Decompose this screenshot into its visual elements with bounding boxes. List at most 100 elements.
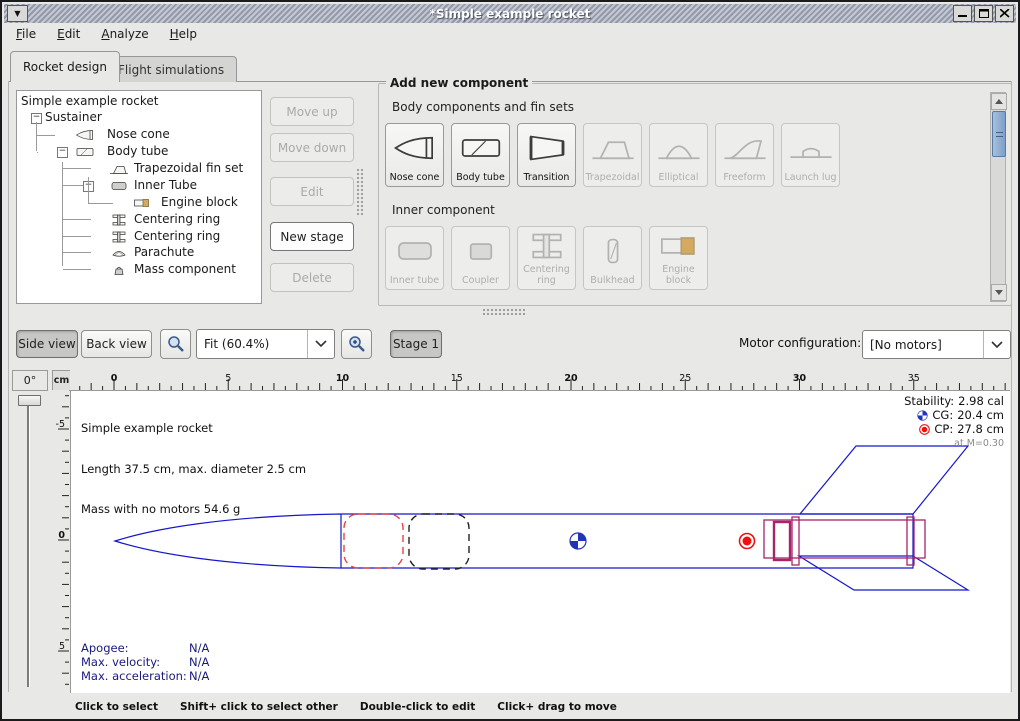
parachute-icon: [104, 246, 134, 260]
component-button-label: Launch lug: [784, 173, 836, 183]
engineblock-icon: [127, 196, 157, 210]
scroll-up-icon[interactable]: [991, 93, 1007, 110]
mass-component-outline[interactable]: [409, 514, 469, 569]
edit-button[interactable]: Edit: [270, 177, 354, 206]
centeringring-icon: [104, 213, 134, 227]
tree-guide-line: [36, 122, 37, 151]
flight-stat-label: Max. acceleration:: [81, 669, 189, 683]
stability-info: Stability: 2.98 cal CG: 20.4 cm CP: 27.8…: [904, 394, 1004, 450]
engineblock-icon: [656, 227, 702, 265]
rotation-angle-indicator: 0°: [12, 370, 48, 391]
close-icon: [1000, 9, 1010, 18]
vertical-ruler: -505: [52, 390, 69, 692]
flight-stat-value: N/A: [189, 669, 209, 683]
svg-text:10: 10: [336, 373, 350, 384]
tree-item-mass-component[interactable]: Mass component: [134, 262, 236, 278]
tab-rocket-design[interactable]: Rocket design: [10, 51, 120, 82]
parachute-outline[interactable]: [344, 514, 403, 568]
tree-item-centering-ring[interactable]: Centering ring: [134, 229, 220, 245]
flight-stats: Apogee:N/AMax. velocity:N/AMax. accelera…: [81, 641, 209, 683]
transition-icon: [524, 124, 570, 173]
menu-help[interactable]: Help: [166, 24, 206, 44]
component-button-label: Body tube: [456, 173, 505, 183]
minimize-button[interactable]: [953, 5, 972, 22]
masscomponent-icon: [104, 263, 134, 277]
menu-analyze[interactable]: Analyze: [97, 24, 157, 44]
rocket-design-canvas[interactable]: Simple example rocket Length 37.5 cm, ma…: [70, 390, 1010, 693]
tree-item-parachute[interactable]: Parachute: [134, 245, 194, 261]
flight-stat-label: Apogee:: [81, 641, 189, 655]
horizontal-splitter-handle[interactable]: [482, 308, 526, 316]
vertical-splitter-handle[interactable]: [356, 168, 364, 216]
menu-edit[interactable]: Edit: [53, 24, 89, 44]
engine-block-outline[interactable]: [774, 522, 790, 560]
centeringring-icon: [524, 227, 570, 265]
cp-marker[interactable]: [740, 534, 755, 549]
tree-item-engine-block[interactable]: Engine block: [161, 195, 238, 211]
add-elliptical-button[interactable]: Elliptical: [649, 123, 708, 187]
add-transition-button[interactable]: Transition: [517, 123, 576, 187]
tree-item-inner-tube[interactable]: Inner Tube: [134, 178, 197, 194]
scroll-down-icon[interactable]: [991, 284, 1007, 301]
add-trapezoidal-button[interactable]: Trapezoidal: [583, 123, 642, 187]
section-label: Body components and fin sets: [392, 100, 574, 114]
component-panel-scrollbar[interactable]: [990, 92, 1006, 302]
move-down-button[interactable]: Move down: [270, 133, 354, 162]
fin-top-outline[interactable]: [800, 446, 968, 514]
add-centering-ring-button[interactable]: Centering ring: [517, 226, 576, 290]
back-view-button[interactable]: Back view: [81, 330, 152, 358]
cg-marker[interactable]: [570, 533, 586, 549]
mach-note: at M=0.30: [954, 438, 1004, 449]
window-menu-icon[interactable]: ▼: [7, 5, 28, 22]
side-view-button[interactable]: Side view: [16, 330, 78, 358]
tree-item-body-tube[interactable]: Body tube: [107, 144, 168, 160]
tree-root-item[interactable]: Simple example rocket: [21, 94, 158, 110]
add-bulkhead-button[interactable]: Bulkhead: [583, 226, 642, 290]
nosecone-icon: [392, 124, 438, 173]
add-body-tube-button[interactable]: Body tube: [451, 123, 510, 187]
stage-toggle-button[interactable]: Stage 1: [390, 330, 442, 358]
zoom-out-button[interactable]: [160, 329, 191, 359]
add-inner-tube-button[interactable]: Inner tube: [385, 226, 444, 290]
inner-tube-outline[interactable]: [764, 520, 925, 558]
zoom-level-select[interactable]: Fit (60.4%): [196, 329, 335, 359]
add-freeform-button[interactable]: Freeform: [715, 123, 774, 187]
menubar: File Edit Analyze Help: [4, 23, 1016, 45]
rotation-slider-track[interactable]: [27, 395, 30, 687]
tab-flight-simulations[interactable]: Flight simulations: [105, 56, 237, 82]
svg-text:5: 5: [225, 373, 231, 384]
add-component-title: Add new component: [386, 76, 532, 90]
cg-legend-icon: [917, 410, 928, 421]
add-engine-block-button[interactable]: Engine block: [649, 226, 708, 290]
add-launch-lug-button[interactable]: Launch lug: [781, 123, 840, 187]
chevron-down-icon: [307, 330, 334, 358]
new-stage-button[interactable]: New stage: [270, 222, 354, 251]
scrollbar-thumb[interactable]: [992, 111, 1006, 157]
add-nose-cone-button[interactable]: Nose cone: [385, 123, 444, 187]
tree-item-trapezoidal-fin-set[interactable]: Trapezoidal fin set: [134, 161, 243, 177]
body-tube-outline[interactable]: [341, 514, 913, 568]
titlebar[interactable]: ▼ *Simple example rocket: [4, 4, 1016, 23]
fin-bottom-outline[interactable]: [799, 556, 968, 590]
tree-expander-icon[interactable]: −: [57, 147, 68, 158]
component-button-label: Bulkhead: [590, 276, 634, 286]
maximize-button[interactable]: [974, 5, 993, 22]
zoom-in-button[interactable]: [341, 329, 372, 359]
close-button[interactable]: [995, 5, 1014, 22]
tree-guide-line: [37, 135, 55, 136]
add-coupler-button[interactable]: Coupler: [451, 226, 510, 290]
cp-label: CP:: [934, 422, 953, 436]
menu-file[interactable]: File: [12, 24, 45, 44]
minimize-icon: [958, 9, 968, 18]
tree-guide-line: [63, 168, 91, 169]
move-up-button[interactable]: Move up: [270, 97, 354, 126]
tree-item-nose-cone[interactable]: Nose cone: [107, 127, 170, 143]
delete-button[interactable]: Delete: [270, 263, 354, 292]
component-tree[interactable]: Simple example rocket − Sustainer Nose cone…: [16, 90, 262, 304]
rotation-slider-handle[interactable]: [18, 395, 41, 406]
motor-configuration-select[interactable]: [No motors]: [862, 330, 1011, 359]
tree-item-centering-ring[interactable]: Centering ring: [134, 212, 220, 228]
cg-value: 20.4 cm: [957, 408, 1004, 422]
tree-item-sustainer[interactable]: Sustainer: [45, 110, 102, 126]
add-component-group: Add new component Body components and fi…: [378, 83, 1012, 306]
